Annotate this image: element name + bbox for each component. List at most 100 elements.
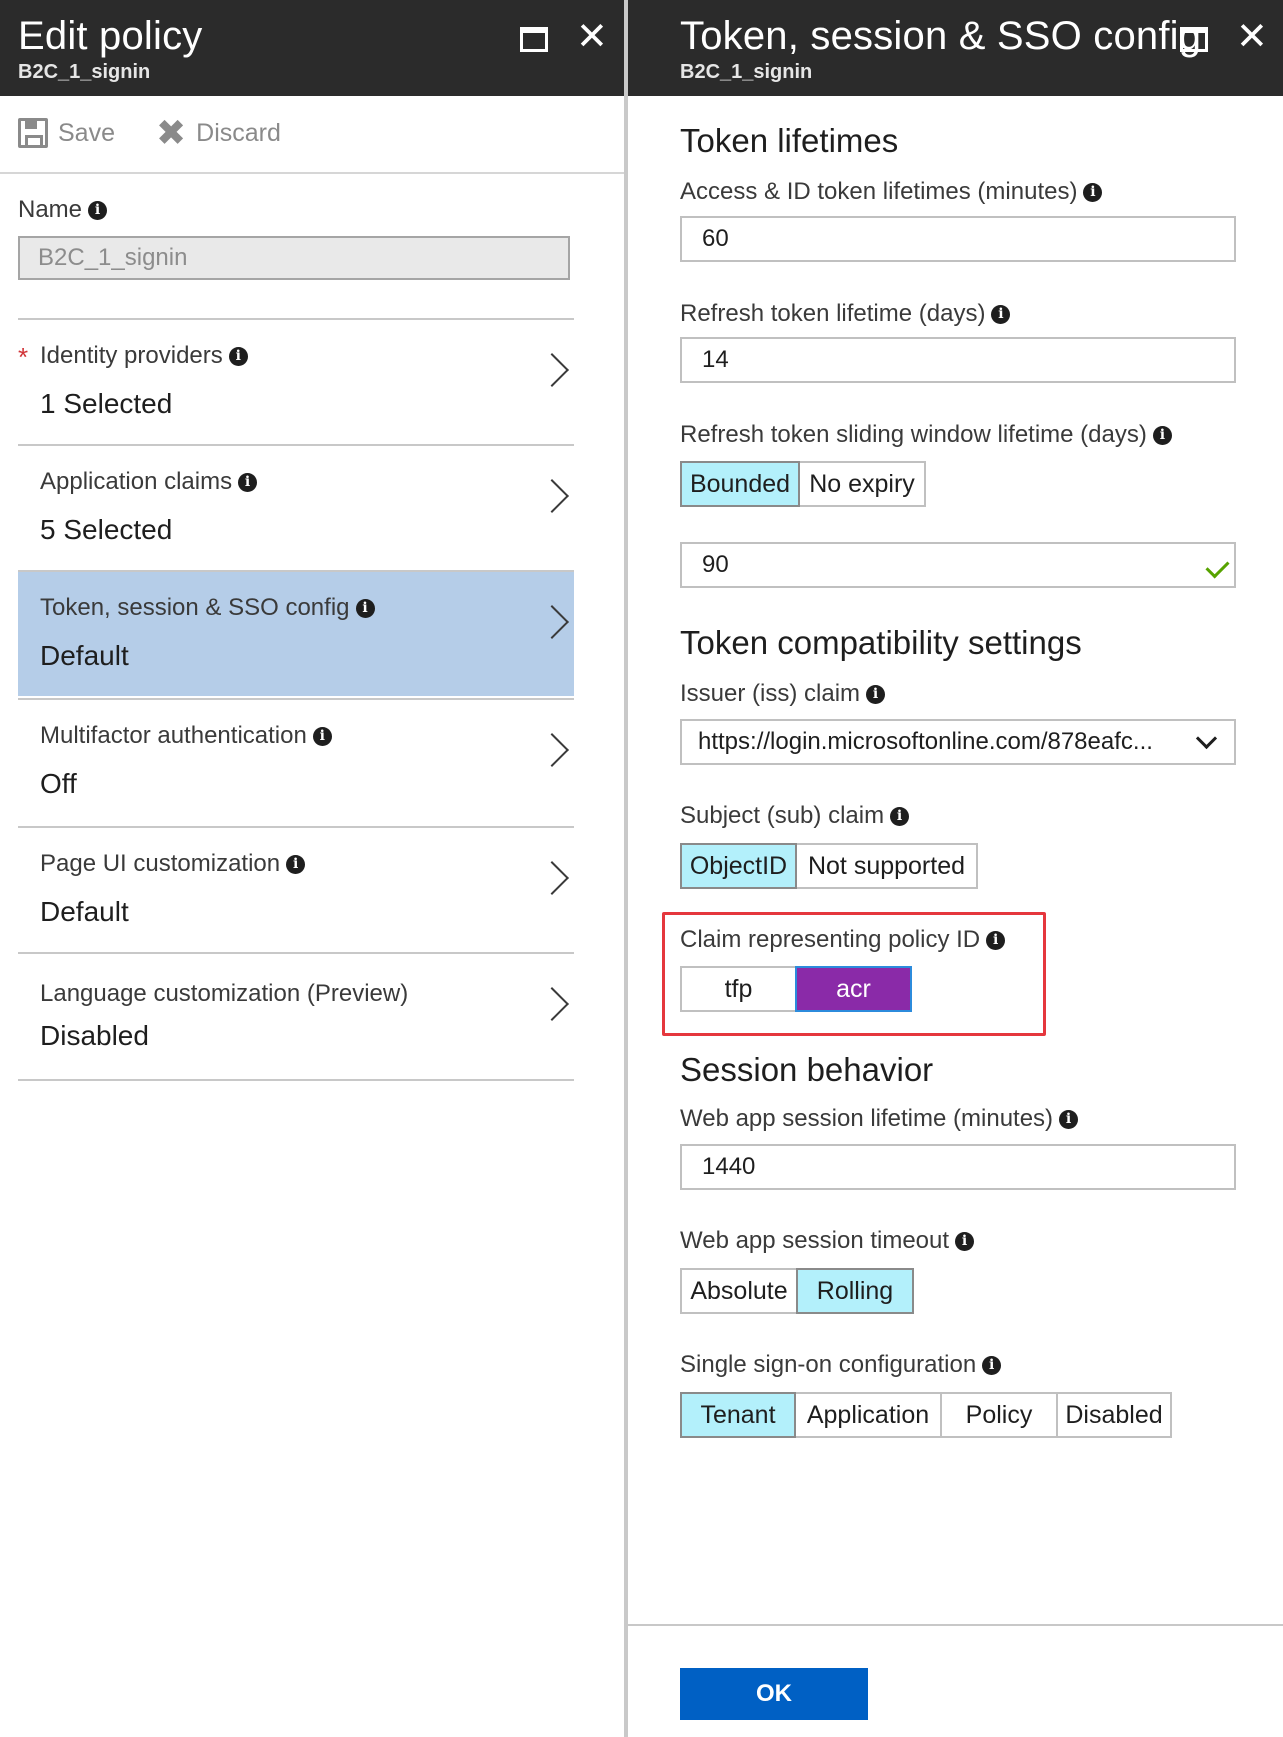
divider bbox=[18, 1079, 574, 1081]
option-acr[interactable]: acr bbox=[795, 966, 912, 1012]
session-lifetime-label: Web app session lifetime (minutes) i bbox=[680, 1105, 1079, 1133]
toolbar: Save ✖ Discard bbox=[0, 96, 624, 174]
policy-claim-toggle: tfp acr bbox=[680, 966, 912, 1012]
edit-policy-blade: Edit policy B2C_1_signin ✕ Save ✖ Discar… bbox=[0, 0, 624, 1737]
blade-title: Token, session & SSO config bbox=[680, 14, 1202, 58]
nav-multifactor-authentication[interactable]: Multifactor authentication i Off bbox=[18, 698, 574, 824]
option-application[interactable]: Application bbox=[794, 1392, 942, 1438]
refresh-token-lifetime-label: Refresh token lifetime (days) i bbox=[680, 300, 1011, 328]
refresh-token-lifetime-input[interactable]: 14 bbox=[680, 337, 1236, 383]
token-session-sso-blade: Token, session & SSO config B2C_1_signin… bbox=[628, 0, 1283, 1737]
subject-claim-toggle: ObjectID Not supported bbox=[680, 843, 978, 889]
discard-button[interactable]: ✖ Discard bbox=[156, 112, 281, 153]
nav-value: Disabled bbox=[40, 1020, 149, 1051]
nav-title: Language customization (Preview) bbox=[40, 980, 409, 1007]
chevron-right-icon bbox=[535, 861, 569, 895]
save-button[interactable]: Save bbox=[18, 116, 115, 150]
nav-application-claims[interactable]: Application claims i 5 Selected bbox=[18, 444, 574, 570]
discard-label: Discard bbox=[196, 118, 281, 147]
maximize-icon bbox=[520, 27, 548, 52]
subject-claim-label: Subject (sub) claim i bbox=[680, 802, 910, 830]
sso-config-toggle: Tenant Application Policy Disabled bbox=[680, 1392, 1172, 1438]
issuer-claim-label: Issuer (iss) claim i bbox=[680, 680, 886, 708]
blade-header: Token, session & SSO config B2C_1_signin… bbox=[628, 0, 1283, 96]
info-icon[interactable]: i bbox=[355, 598, 375, 618]
close-button[interactable]: ✕ bbox=[574, 18, 612, 56]
required-marker: * bbox=[18, 342, 29, 372]
sliding-window-label: Refresh token sliding window lifetime (d… bbox=[680, 421, 1172, 449]
close-icon: ✕ bbox=[576, 16, 608, 58]
nav-value: 5 Selected bbox=[40, 514, 173, 545]
info-icon[interactable]: i bbox=[1152, 425, 1172, 445]
option-policy[interactable]: Policy bbox=[940, 1392, 1058, 1438]
option-bounded[interactable]: Bounded bbox=[680, 461, 800, 507]
footer-divider bbox=[628, 1624, 1283, 1626]
policy-claim-label: Claim representing policy ID i bbox=[680, 926, 1006, 954]
discard-icon: ✖ bbox=[156, 112, 187, 153]
nav-page-ui-customization[interactable]: Page UI customization i Default bbox=[18, 826, 574, 952]
info-icon[interactable]: i bbox=[1083, 182, 1103, 202]
nav-title: Application claims i bbox=[40, 468, 258, 496]
info-icon[interactable]: i bbox=[286, 854, 306, 874]
option-disabled[interactable]: Disabled bbox=[1056, 1392, 1172, 1438]
info-icon[interactable]: i bbox=[238, 472, 258, 492]
info-icon[interactable]: i bbox=[982, 1355, 1002, 1375]
nav-identity-providers[interactable]: * Identity providers i 1 Selected bbox=[18, 318, 574, 444]
option-rolling[interactable]: Rolling bbox=[796, 1268, 914, 1314]
chevron-right-icon bbox=[535, 605, 569, 639]
close-icon: ✕ bbox=[1236, 16, 1268, 58]
sliding-window-toggle: Bounded No expiry bbox=[680, 461, 926, 507]
nav-value: Off bbox=[40, 768, 77, 799]
nav-title: Multifactor authentication i bbox=[40, 722, 332, 750]
save-label: Save bbox=[58, 118, 115, 147]
nav-value: 1 Selected bbox=[40, 388, 173, 419]
info-icon[interactable]: i bbox=[1059, 1109, 1079, 1129]
info-icon[interactable]: i bbox=[312, 726, 332, 746]
chevron-down-icon bbox=[1195, 727, 1218, 750]
option-not-supported[interactable]: Not supported bbox=[795, 843, 978, 889]
sso-config-label: Single sign-on configuration i bbox=[680, 1351, 1002, 1379]
blade-subtitle: B2C_1_signin bbox=[680, 61, 813, 83]
blade-header: Edit policy B2C_1_signin ✕ bbox=[0, 0, 624, 96]
option-absolute[interactable]: Absolute bbox=[680, 1268, 798, 1314]
save-icon bbox=[18, 118, 48, 148]
info-icon[interactable]: i bbox=[228, 346, 248, 366]
chevron-right-icon bbox=[535, 353, 569, 387]
nav-title: Token, session & SSO config i bbox=[40, 594, 375, 622]
issuer-claim-select[interactable]: https://login.microsoftonline.com/878eaf… bbox=[680, 719, 1236, 765]
info-icon[interactable]: i bbox=[866, 684, 886, 704]
nav-title: Identity providers i bbox=[40, 342, 248, 370]
nav-value: Default bbox=[40, 640, 129, 671]
access-token-lifetime-input[interactable]: 60 bbox=[680, 216, 1236, 262]
info-icon[interactable]: i bbox=[955, 1231, 975, 1251]
option-no-expiry[interactable]: No expiry bbox=[798, 461, 926, 507]
check-icon bbox=[1205, 554, 1230, 579]
blade-subtitle: B2C_1_signin bbox=[18, 61, 151, 83]
sliding-window-input[interactable]: 90 bbox=[680, 542, 1236, 588]
session-timeout-label: Web app session timeout i bbox=[680, 1227, 975, 1255]
option-tenant[interactable]: Tenant bbox=[680, 1392, 796, 1438]
session-lifetime-input[interactable]: 1440 bbox=[680, 1144, 1236, 1190]
chevron-right-icon bbox=[535, 987, 569, 1021]
ok-button[interactable]: OK bbox=[680, 1668, 868, 1720]
section-heading-session-behavior: Session behavior bbox=[680, 1051, 934, 1088]
nav-token-session-sso[interactable]: Token, session & SSO config i Default bbox=[18, 570, 574, 696]
maximize-button[interactable] bbox=[1174, 18, 1212, 56]
session-timeout-toggle: Absolute Rolling bbox=[680, 1268, 914, 1314]
option-tfp[interactable]: tfp bbox=[680, 966, 797, 1012]
section-heading-token-lifetimes: Token lifetimes bbox=[680, 122, 899, 159]
name-field: B2C_1_signin bbox=[18, 236, 570, 280]
blade-title: Edit policy bbox=[18, 14, 203, 58]
nav-language-customization[interactable]: Language customization (Preview) Disable… bbox=[18, 952, 574, 1078]
info-icon[interactable]: i bbox=[986, 930, 1006, 950]
option-objectid[interactable]: ObjectID bbox=[680, 843, 797, 889]
maximize-button[interactable] bbox=[514, 18, 552, 56]
info-icon[interactable]: i bbox=[991, 304, 1011, 324]
name-label: Name i bbox=[18, 196, 108, 224]
info-icon[interactable]: i bbox=[88, 200, 108, 220]
chevron-right-icon bbox=[535, 479, 569, 513]
chevron-right-icon bbox=[535, 733, 569, 767]
nav-value: Default bbox=[40, 896, 129, 927]
close-button[interactable]: ✕ bbox=[1234, 18, 1272, 56]
info-icon[interactable]: i bbox=[890, 806, 910, 826]
